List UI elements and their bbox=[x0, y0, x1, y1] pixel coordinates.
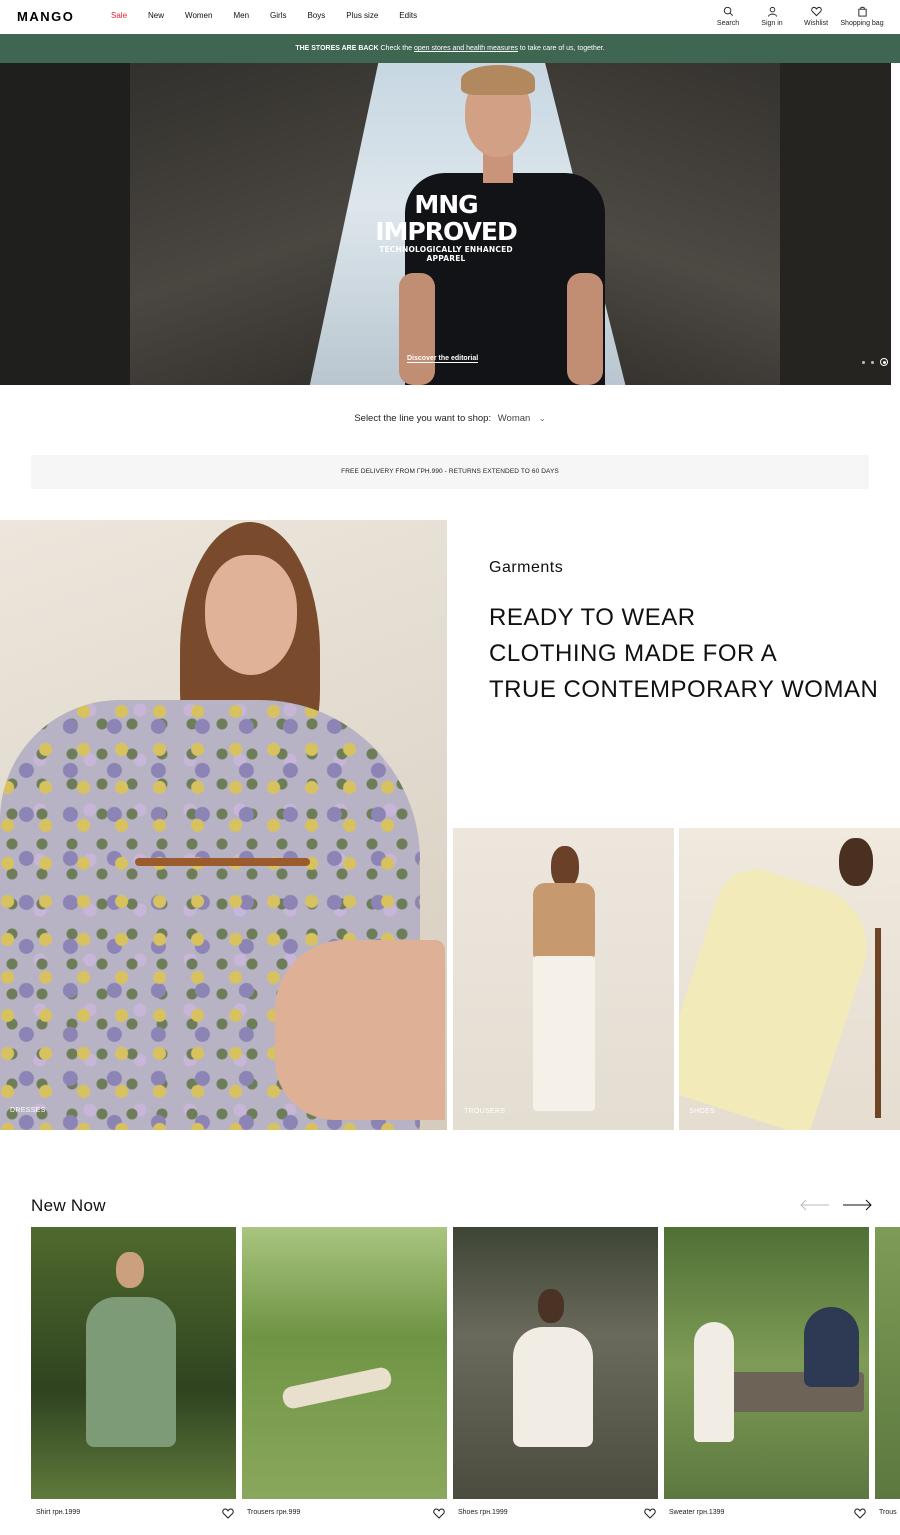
hero-title-line1: MNG bbox=[414, 190, 478, 219]
headline-line-1: READY TO WEAR bbox=[489, 604, 696, 631]
product-label-3[interactable]: Shoes грн.1999 bbox=[458, 1509, 508, 1516]
product-label-4[interactable]: Sweater грн.1399 bbox=[669, 1509, 724, 1516]
nav-women[interactable]: Women bbox=[185, 11, 212, 20]
product-card-4[interactable] bbox=[664, 1227, 869, 1499]
nav-men[interactable]: Men bbox=[233, 11, 249, 20]
shopping-bag-icon bbox=[838, 6, 886, 18]
hero-bridge-right-edge bbox=[780, 63, 891, 385]
shopping-bag-button[interactable]: Shopping bag bbox=[838, 6, 886, 27]
garments-kicker: Garments bbox=[489, 559, 564, 576]
wishlist-heart-icon[interactable] bbox=[433, 1506, 445, 1519]
carousel-dot-3[interactable] bbox=[880, 358, 888, 366]
hero-bridge-pillar bbox=[0, 63, 130, 385]
product-card-3[interactable] bbox=[453, 1227, 658, 1499]
arrow-left-icon[interactable] bbox=[800, 1198, 830, 1216]
chevron-down-icon[interactable]: ⌄ bbox=[539, 414, 546, 423]
wishlist-heart-icon[interactable] bbox=[644, 1506, 656, 1519]
headline-line-3: TRUE CONTEMPORARY WOMAN bbox=[489, 676, 879, 703]
nav-plus-size[interactable]: Plus size bbox=[346, 11, 378, 20]
hero-subtitle: TECHNOLOGICALLY ENHANCED APPAREL bbox=[379, 245, 513, 263]
nav-new[interactable]: New bbox=[148, 11, 164, 20]
nav-sale[interactable]: Sale bbox=[111, 11, 127, 20]
wishlist-heart-icon[interactable] bbox=[854, 1506, 866, 1519]
banner-bold: THE STORES ARE BACK bbox=[295, 45, 379, 52]
dresses-label: DRESSES bbox=[10, 1107, 46, 1114]
product-label-1[interactable]: Shirt грн.1999 bbox=[36, 1509, 80, 1516]
hero-editorial-link[interactable]: Discover the editorial bbox=[407, 355, 479, 363]
hero-banner[interactable]: MNG IMPROVED TECHNOLOGICALLY ENHANCED AP… bbox=[0, 63, 891, 385]
trousers-tile[interactable]: TROUSERS bbox=[453, 828, 674, 1130]
wishlist-label: Wishlist bbox=[803, 20, 829, 27]
wishlist-heart-icon[interactable] bbox=[222, 1506, 234, 1519]
shoes-label: SHOES bbox=[689, 1108, 716, 1115]
signin-label: Sign in bbox=[761, 20, 783, 27]
dresses-tile[interactable]: DRESSES bbox=[0, 520, 447, 1130]
hero-title-line2: IMPROVED bbox=[375, 217, 518, 246]
arrow-right-icon[interactable] bbox=[842, 1198, 872, 1216]
shopping-bag-label: Shopping bag bbox=[840, 20, 884, 27]
shoes-tile[interactable]: SHOES bbox=[679, 828, 900, 1130]
trousers-label: TROUSERS bbox=[464, 1108, 506, 1115]
hero-carousel-dots bbox=[862, 358, 888, 366]
delivery-notice: FREE DELIVERY FROM ГРН.990 - RETURNS EXT… bbox=[31, 455, 869, 489]
hero-title: MNG IMPROVED TECHNOLOGICALLY ENHANCED AP… bbox=[360, 191, 532, 263]
carousel-arrows bbox=[800, 1198, 872, 1216]
site-header: MANGO Sale New Women Men Girls Boys Plus… bbox=[0, 0, 900, 34]
carousel-dot-1[interactable] bbox=[862, 360, 865, 364]
line-selector-label: Select the line you want to shop: bbox=[354, 413, 492, 424]
product-label-5[interactable]: Trous bbox=[879, 1509, 897, 1516]
header-actions: Search Sign in Wishlist Shopping bag bbox=[706, 6, 886, 27]
search-button[interactable]: Search bbox=[706, 6, 750, 27]
banner-link[interactable]: open stores and health measures bbox=[414, 45, 518, 52]
line-selector-value[interactable]: Woman bbox=[498, 413, 531, 424]
product-card-1[interactable] bbox=[31, 1227, 236, 1499]
user-icon bbox=[750, 6, 794, 18]
nav-edits[interactable]: Edits bbox=[399, 11, 417, 20]
heart-icon bbox=[794, 6, 838, 18]
headline-line-2: CLOTHING MADE FOR A bbox=[489, 640, 778, 667]
wishlist-button[interactable]: Wishlist bbox=[794, 6, 838, 27]
search-icon bbox=[706, 6, 750, 18]
product-card-5[interactable] bbox=[875, 1227, 900, 1499]
line-selector: Select the line you want to shop: Woman … bbox=[0, 413, 900, 424]
signin-button[interactable]: Sign in bbox=[750, 6, 794, 27]
product-label-2[interactable]: Trousers грн.999 bbox=[247, 1509, 300, 1516]
product-card-2[interactable] bbox=[242, 1227, 447, 1499]
mango-logo[interactable]: MANGO bbox=[17, 9, 74, 24]
nav-boys[interactable]: Boys bbox=[307, 11, 325, 20]
banner-pre: Check the bbox=[380, 45, 413, 52]
new-now-title: New Now bbox=[31, 1196, 106, 1215]
nav-girls[interactable]: Girls bbox=[270, 11, 286, 20]
search-label: Search bbox=[716, 20, 740, 27]
stores-banner: THE STORES ARE BACK Check the open store… bbox=[0, 34, 900, 63]
garments-headline: READY TO WEAR CLOTHING MADE FOR A TRUE C… bbox=[489, 600, 900, 708]
banner-post: to take care of us, together. bbox=[519, 45, 605, 52]
main-nav: Sale New Women Men Girls Boys Plus size … bbox=[111, 11, 438, 20]
carousel-dot-2[interactable] bbox=[871, 360, 874, 364]
